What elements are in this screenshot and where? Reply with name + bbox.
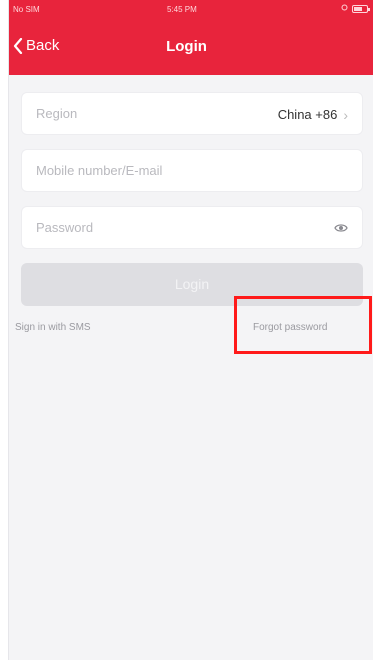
- header: No SIM 5:45 PM Back Login: [9, 0, 373, 75]
- chevron-right-icon: ›: [343, 106, 348, 123]
- region-value-wrap: China +86 ›: [278, 93, 348, 136]
- login-button[interactable]: Login: [21, 263, 363, 306]
- nav-bar: Back Login: [9, 22, 373, 75]
- login-form: Region China +86 › Login: [21, 92, 363, 306]
- status-bar: No SIM 5:45 PM: [9, 0, 373, 22]
- region-value: China +86: [277, 107, 338, 122]
- password-input[interactable]: [36, 220, 348, 235]
- status-time: 5:45 PM: [167, 5, 197, 14]
- eye-icon[interactable]: [334, 222, 348, 234]
- alarm-icon: [341, 4, 348, 13]
- carrier-label: No SIM: [13, 5, 40, 14]
- region-selector[interactable]: Region China +86 ›: [21, 92, 363, 135]
- forgot-password-link[interactable]: Forgot password: [253, 322, 327, 333]
- region-label: Region: [36, 106, 78, 121]
- status-icons: [341, 4, 370, 13]
- account-field[interactable]: [21, 149, 363, 192]
- page-title: Login: [166, 38, 207, 55]
- battery-icon: [352, 4, 370, 13]
- sms-login-link[interactable]: Sign in with SMS: [15, 322, 91, 333]
- secondary-links: Sign in with SMS Forgot password: [9, 318, 373, 338]
- password-field[interactable]: [21, 206, 363, 249]
- account-input[interactable]: [36, 163, 348, 178]
- login-screen: No SIM 5:45 PM Back Login Region China +…: [8, 0, 373, 660]
